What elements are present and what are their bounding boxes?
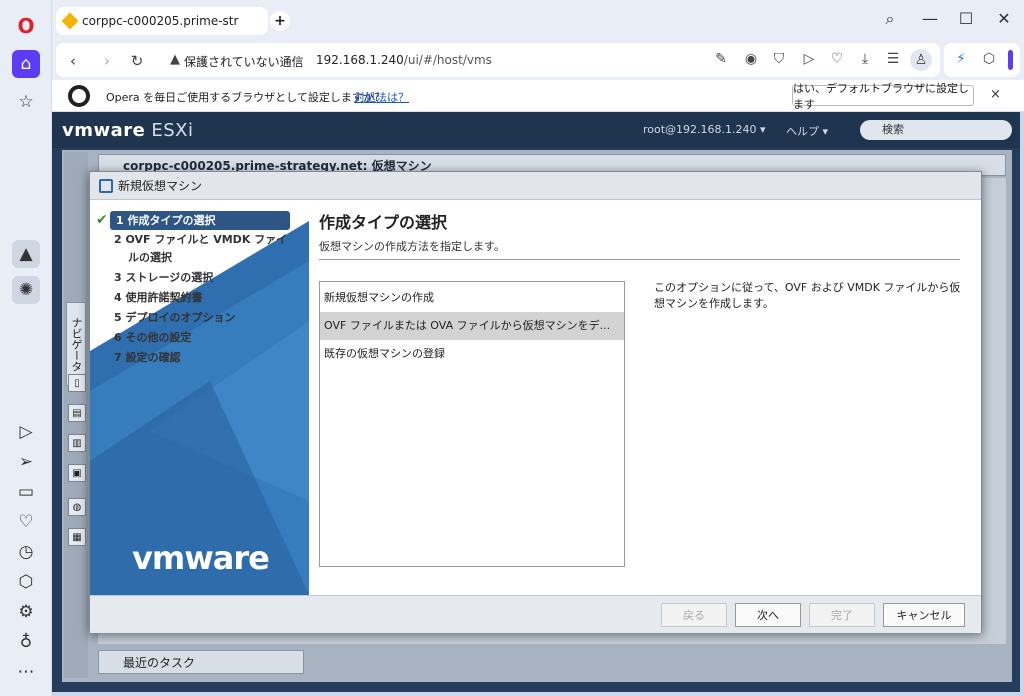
wizard-footer: 戻る 次へ 完了 キャンセル [90, 595, 981, 633]
esxi-logo: vmware ESXi [62, 120, 194, 141]
more-dots-icon[interactable]: ⋯ [12, 658, 40, 686]
step-4[interactable]: 4 使用許諾契約書 [114, 289, 294, 307]
wizard-steps-panel: ✔ 1 作成タイプの選択 2 OVF ファイルと VMDK ファイ ルの選択 3… [90, 201, 309, 595]
option-deploy-ovf[interactable]: OVF ファイルまたは OVA ファイルから仮想マシンをデ... [320, 312, 624, 340]
tab-search-icon[interactable]: ⌕ [878, 9, 902, 29]
player-icon[interactable]: ▷ [12, 418, 40, 446]
new-tab-plus-icon[interactable]: + [270, 11, 290, 31]
tab-title: corppc-c000205.prime-str [82, 14, 239, 28]
navigator-panel: ナビゲータ ▯ ▤ ▥ ▣ ◍ ▦ [64, 152, 88, 678]
minimize-icon[interactable]: — [918, 9, 942, 28]
infobar-close-icon[interactable]: × [990, 87, 1001, 102]
creation-type-list: 新規仮想マシンの作成 OVF ファイルまたは OVA ファイルから仮想マシンをデ… [319, 281, 625, 567]
shield-icon[interactable]: ⛉ [770, 51, 788, 67]
edit-icon[interactable]: ✎ [712, 51, 730, 67]
manage-icon[interactable]: ▤ [68, 404, 86, 422]
chatgpt-app-icon[interactable]: ✺ [12, 276, 40, 304]
opera-o-icon [68, 85, 90, 107]
send-icon[interactable]: ➢ [12, 448, 40, 476]
camera-icon[interactable]: ◉ [742, 51, 760, 67]
opera-sidebar: O ⌂ ☆ ▲ ✺ ▷ ➢ ▭ ♡ ◷ ⬡ ⚙ ♁ ⋯ [0, 0, 52, 696]
extension-area: ⚡ ⬡ [944, 43, 1020, 77]
url-text[interactable]: 192.168.1.240/ui/#/host/vms [316, 53, 492, 67]
step-5[interactable]: 5 デプロイのオプション [114, 309, 294, 327]
help-menu[interactable]: ヘルプ ▾ [786, 123, 828, 139]
next-button[interactable]: 次へ [735, 603, 801, 627]
new-vm-wizard: 新規仮想マシン ✔ 1 作成タイプの選択 2 OVF ファイルと VMDK ファ… [89, 171, 982, 633]
infobar-help-link[interactable]: 対処法は？ [354, 89, 409, 105]
forward-icon[interactable]: › [98, 52, 116, 70]
vm-icon[interactable]: ▣ [68, 464, 86, 482]
heart-icon[interactable]: ♡ [12, 508, 40, 536]
storage-icon[interactable]: ▦ [68, 528, 86, 546]
maximize-icon[interactable]: ☐ [954, 9, 978, 28]
vmware-favicon-icon [61, 12, 79, 30]
home-icon[interactable]: ⌂ [12, 50, 40, 78]
wizard-content: 作成タイプの選択 仮想マシンの作成方法を指定します。 新規仮想マシンの作成 OV… [309, 201, 981, 595]
reload-icon[interactable]: ↻ [128, 52, 146, 70]
extensions-cube-icon[interactable]: ⬡ [12, 568, 40, 596]
history-clock-icon[interactable]: ◷ [12, 538, 40, 566]
option-register-vm[interactable]: 既存の仮想マシンの登録 [320, 340, 624, 368]
host-icon[interactable]: ▯ [68, 374, 86, 392]
recent-tasks-tab[interactable]: 最近のタスク [98, 650, 304, 674]
new-vm-icon [99, 179, 113, 193]
monitor-icon[interactable]: ▥ [68, 434, 86, 452]
divider [319, 259, 960, 260]
extensions-icon[interactable]: ⬡ [980, 51, 998, 67]
infobar-message: Opera を毎日ご使用するブラウザとして設定しますか? [106, 91, 380, 104]
step-complete-check-icon: ✔ [96, 212, 108, 228]
wallet-icon[interactable]: ▭ [12, 478, 40, 506]
step-3[interactable]: 3 ストレージの選択 [114, 269, 294, 287]
browser-tab[interactable]: corppc-c000205.prime-str [56, 7, 268, 35]
option-new-vm[interactable]: 新規仮想マシンの作成 [320, 284, 624, 312]
download-icon[interactable]: ⤓ [856, 51, 874, 67]
tab-bar: corppc-c000205.prime-str + ⌕ — ☐ ✕ [52, 0, 1024, 40]
easy-setup-icon[interactable]: ☰ [884, 51, 902, 67]
profile-icon[interactable]: ♙ [910, 49, 932, 71]
wizard-subheading: 仮想マシンの作成方法を指定します。 [319, 240, 505, 253]
set-default-browser-button[interactable]: はい、デフォルトブラウザに設定します [792, 82, 974, 111]
security-warning-text[interactable]: 保護されていない通信 [184, 53, 304, 70]
warning-icon[interactable]: ▲ [166, 52, 184, 67]
wizard-title: 新規仮想マシン [118, 179, 203, 193]
user-menu[interactable]: root@192.168.1.240 ▾ [643, 123, 766, 136]
networking-icon[interactable]: ◍ [68, 498, 86, 516]
heart-bookmark-icon[interactable]: ♡ [828, 51, 846, 67]
esxi-search-input[interactable]: 検索 [860, 120, 1012, 140]
esxi-header: vmwareESXi root@192.168.1.240 ▾ ヘルプ ▾ ⌕ … [52, 112, 1020, 148]
step-2-cont[interactable]: ルの選択 [128, 249, 308, 267]
cancel-button[interactable]: キャンセル [883, 603, 965, 627]
step-2[interactable]: 2 OVF ファイルと VMDK ファイ [114, 231, 294, 249]
tips-bulb-icon[interactable]: ♁ [12, 628, 40, 656]
bookmark-star-icon[interactable]: ☆ [12, 88, 40, 116]
aria-app-icon[interactable]: ▲ [12, 240, 40, 268]
step-1[interactable]: 1 作成タイプの選択 [110, 211, 290, 230]
opera-logo-icon[interactable]: O [12, 12, 40, 40]
extension-bolt-icon[interactable]: ⚡ [952, 51, 970, 67]
flow-send-icon[interactable]: ▷ [800, 51, 818, 67]
option-description: このオプションに従って、OVF および VMDK ファイルから仮想マシンを作成し… [654, 281, 961, 310]
sidebar-toggle[interactable] [1008, 50, 1013, 70]
back-button[interactable]: 戻る [661, 603, 727, 627]
wizard-heading: 作成タイプの選択 [319, 213, 448, 232]
step-6[interactable]: 6 その他の設定 [114, 329, 294, 347]
step-7[interactable]: 7 設定の確認 [114, 349, 294, 367]
close-window-icon[interactable]: ✕ [992, 9, 1016, 28]
back-icon[interactable]: ‹ [64, 52, 82, 70]
finish-button[interactable]: 完了 [809, 603, 875, 627]
default-browser-infobar: Opera を毎日ご使用するブラウザとして設定しますか? 対処法は？ はい、デフ… [52, 80, 1024, 112]
vmware-logo: vmware [132, 539, 270, 577]
url-host: 192.168.1.240 [316, 53, 404, 67]
address-bar-row: ‹ › ↻ ▲ 保護されていない通信 192.168.1.240/ui/#/ho… [52, 40, 1024, 80]
settings-gear-icon[interactable]: ⚙ [12, 598, 40, 626]
address-bar[interactable]: ‹ › ↻ ▲ 保護されていない通信 192.168.1.240/ui/#/ho… [56, 43, 940, 77]
url-path: /ui/#/host/vms [403, 53, 492, 67]
wizard-titlebar: 新規仮想マシン [90, 172, 981, 200]
